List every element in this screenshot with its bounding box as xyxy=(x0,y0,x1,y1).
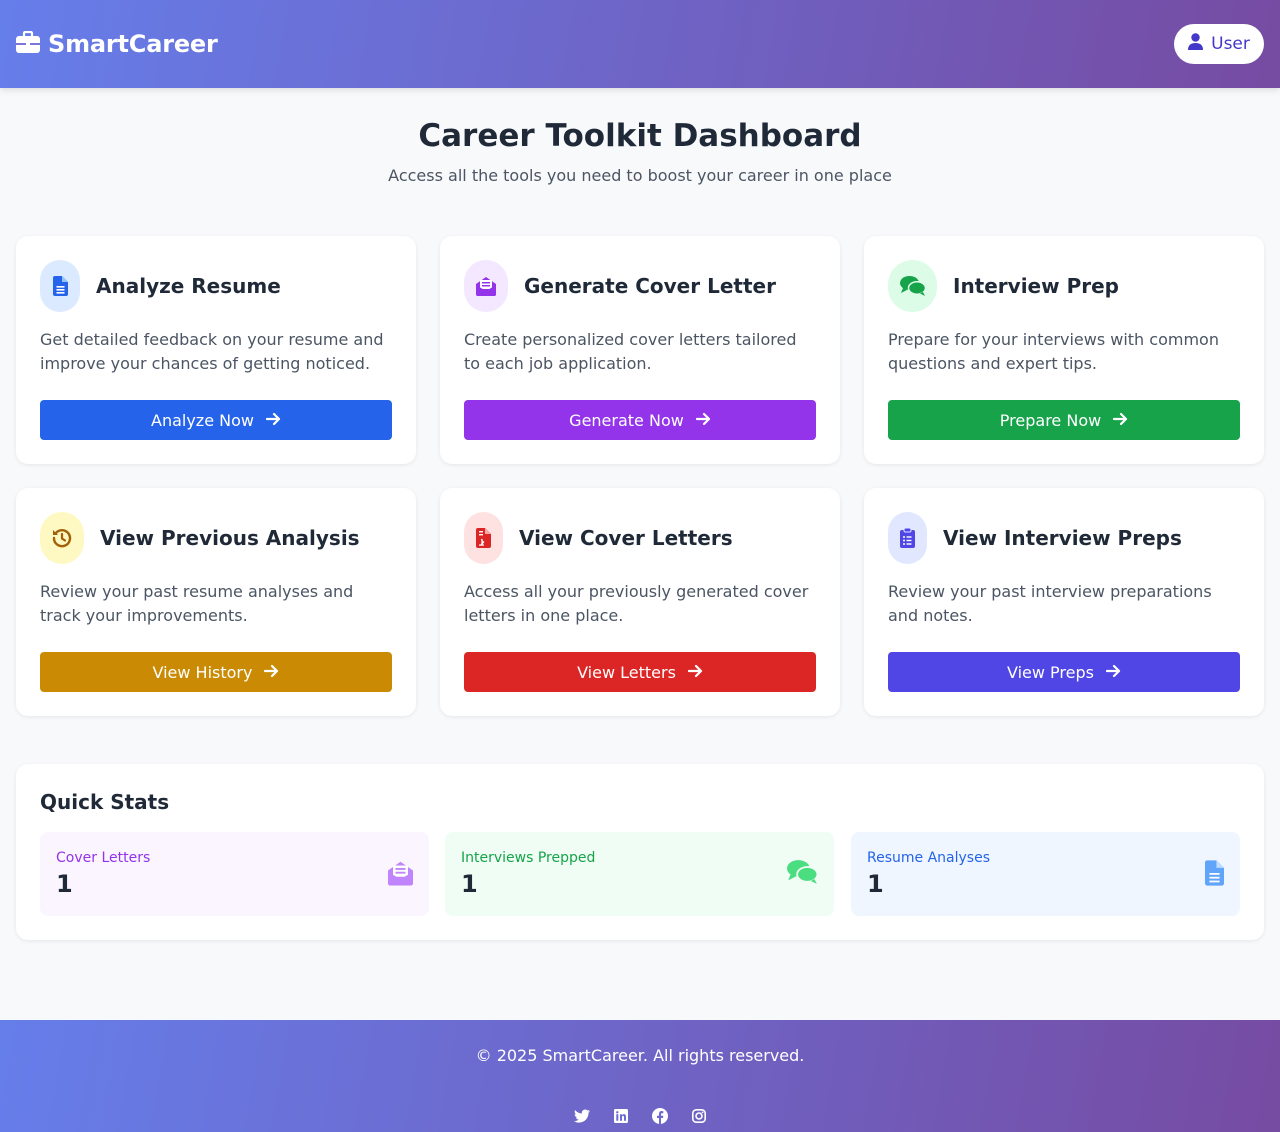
card-title: Generate Cover Letter xyxy=(524,274,776,298)
card-description: Create personalized cover letters tailor… xyxy=(464,330,797,373)
card-view-previous-analysis: View Previous Analysis Review your past … xyxy=(16,488,416,716)
card-title: View Previous Analysis xyxy=(100,526,360,550)
stat-label: Cover Letters xyxy=(56,850,151,866)
arrow-right-icon xyxy=(687,663,703,682)
card-interview-prep: Interview Prep Prepare for your intervie… xyxy=(864,236,1264,464)
button-label: View Preps xyxy=(1007,662,1094,682)
view-history-button[interactable]: View History xyxy=(40,652,392,692)
card-analyze-resume: Analyze Resume Get detailed feedback on … xyxy=(16,236,416,464)
page-subtitle: Access all the tools you need to boost y… xyxy=(388,166,892,185)
quick-stats-panel: Quick Stats Cover Letters 1 Interviews P… xyxy=(16,764,1264,940)
footer: © 2025 SmartCareer. All rights reserved. xyxy=(0,1020,1280,1132)
linkedin-icon[interactable] xyxy=(613,1106,629,1126)
button-label: View Letters xyxy=(577,662,676,682)
user-icon xyxy=(1188,33,1204,55)
arrow-right-icon xyxy=(695,411,711,430)
arrow-right-icon xyxy=(265,411,281,430)
history-icon xyxy=(40,512,84,564)
card-view-interview-preps: View Interview Preps Review your past in… xyxy=(864,488,1264,716)
button-label: Analyze Now xyxy=(151,410,254,430)
analyze-now-button[interactable]: Analyze Now xyxy=(40,400,392,440)
user-menu-button[interactable]: User xyxy=(1174,24,1264,64)
card-title: Interview Prep xyxy=(953,274,1119,298)
envelope-open-icon xyxy=(464,260,508,312)
clipboard-list-icon xyxy=(888,512,927,564)
stat-resume-analyses: Resume Analyses 1 xyxy=(851,832,1240,916)
stat-value: 1 xyxy=(56,870,73,898)
card-generate-cover-letter: Generate Cover Letter Create personalize… xyxy=(440,236,840,464)
card-title: View Cover Letters xyxy=(519,526,733,550)
facebook-icon[interactable] xyxy=(651,1106,668,1126)
twitter-icon[interactable] xyxy=(573,1106,590,1126)
stat-label: Interviews Prepped xyxy=(461,850,596,866)
button-label: Generate Now xyxy=(569,410,684,430)
card-view-cover-letters: View Cover Letters Access all your previ… xyxy=(440,488,840,716)
card-description: Review your past resume analyses and tra… xyxy=(40,582,354,625)
briefcase-icon xyxy=(16,30,40,57)
prepare-now-button[interactable]: Prepare Now xyxy=(888,400,1240,440)
stat-cover-letters: Cover Letters 1 xyxy=(40,832,429,916)
page-title: Career Toolkit Dashboard xyxy=(418,118,862,154)
instagram-icon[interactable] xyxy=(691,1106,707,1126)
card-title: View Interview Preps xyxy=(943,526,1182,550)
view-letters-button[interactable]: View Letters xyxy=(464,652,816,692)
comments-icon xyxy=(888,260,937,312)
brand-name: SmartCareer xyxy=(48,30,218,58)
user-label: User xyxy=(1211,34,1250,54)
button-label: View History xyxy=(152,662,253,682)
stat-value: 1 xyxy=(867,870,884,898)
button-label: Prepare Now xyxy=(999,410,1102,430)
file-contract-icon xyxy=(464,512,503,564)
top-navbar: SmartCareer User xyxy=(0,0,1280,88)
quick-stats-title: Quick Stats xyxy=(40,790,170,814)
view-preps-button[interactable]: View Preps xyxy=(888,652,1240,692)
arrow-right-icon xyxy=(1105,663,1121,682)
arrow-right-icon xyxy=(1113,411,1128,430)
card-description: Access all your previously generated cov… xyxy=(464,582,809,625)
card-description: Get detailed feedback on your resume and… xyxy=(40,330,384,373)
file-text-icon xyxy=(40,260,80,312)
card-title: Analyze Resume xyxy=(96,274,281,298)
file-text-icon xyxy=(1205,860,1224,890)
arrow-right-icon xyxy=(264,663,279,682)
stat-value: 1 xyxy=(461,870,478,898)
card-description: Prepare for your interviews with common … xyxy=(888,330,1219,373)
envelope-open-icon xyxy=(388,860,413,890)
brand-logo[interactable]: SmartCareer xyxy=(16,30,218,58)
stat-interviews-prepped: Interviews Prepped 1 xyxy=(445,832,834,916)
social-links xyxy=(0,1106,1280,1126)
footer-copyright: © 2025 SmartCareer. All rights reserved. xyxy=(475,1046,805,1065)
comments-icon xyxy=(787,860,819,888)
generate-now-button[interactable]: Generate Now xyxy=(464,400,816,440)
stat-label: Resume Analyses xyxy=(867,850,990,866)
card-description: Review your past interview preparations … xyxy=(888,582,1212,625)
